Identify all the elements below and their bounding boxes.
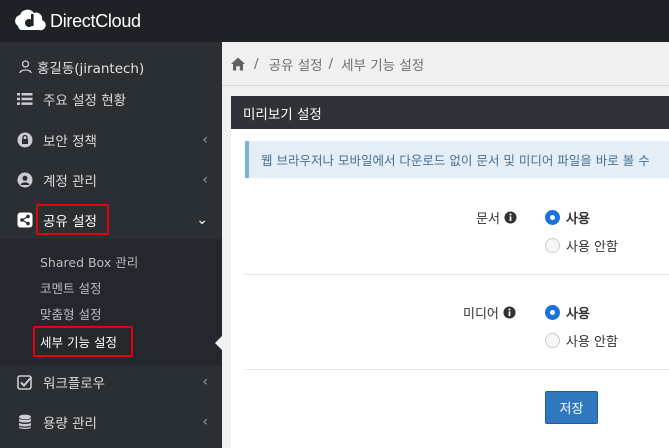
chevron-left-icon: ‹ bbox=[202, 414, 208, 430]
document-radio-enable[interactable]: 사용 bbox=[545, 208, 590, 227]
sidebar-item-label: 계정 관리 bbox=[43, 174, 97, 190]
user-profile[interactable]: 홍길동(jirantech) bbox=[0, 56, 222, 78]
media-radio-enable[interactable]: 사용 bbox=[545, 303, 590, 322]
breadcrumb: / 공유 설정 / 세부 기능 설정 bbox=[222, 42, 669, 86]
sidebar-item-label: 용량 관리 bbox=[43, 416, 97, 432]
chevron-down-icon: ⌄ bbox=[196, 212, 208, 228]
sidebar-item-label: 워크플로우 bbox=[43, 376, 106, 392]
breadcrumb-item-current: 세부 기능 설정 bbox=[341, 57, 425, 74]
sidebar: 홍길동(jirantech) 주요 설정 현황 보안 정책 ‹ 계정 관리 ‹ … bbox=[0, 42, 222, 448]
info-notice: 웹 브라우저나 모바일에서 다운로드 없이 문서 및 미디어 파일을 바로 볼 … bbox=[245, 141, 669, 178]
radio-label: 사용 bbox=[566, 307, 590, 322]
submenu-item-comment[interactable]: 코멘트 설정 bbox=[40, 278, 101, 297]
radio-unchecked-icon bbox=[545, 333, 560, 348]
sidebar-item-security[interactable]: 보안 정책 ‹ bbox=[0, 128, 222, 152]
divider bbox=[245, 274, 669, 275]
info-icon[interactable] bbox=[503, 306, 516, 319]
radio-label: 사용 안함 bbox=[566, 240, 618, 255]
info-icon[interactable] bbox=[504, 211, 517, 224]
submenu-item-custom[interactable]: 맞춤형 설정 bbox=[40, 304, 101, 323]
sidebar-item-accounts[interactable]: 계정 관리 ‹ bbox=[0, 168, 222, 192]
preview-settings-panel: 미리보기 설정 웹 브라우저나 모바일에서 다운로드 없이 문서 및 미디어 파… bbox=[231, 96, 669, 448]
user-circle-icon bbox=[16, 171, 34, 189]
sidebar-item-overview[interactable]: 주요 설정 현황 bbox=[0, 87, 222, 111]
brand-logo[interactable]: DirectCloud bbox=[12, 8, 141, 34]
radio-unchecked-icon bbox=[545, 238, 560, 253]
setting-label-text: 미디어 bbox=[463, 307, 499, 322]
sidebar-item-storage[interactable]: 용량 관리 ‹ bbox=[0, 410, 222, 434]
radio-label: 사용 bbox=[566, 212, 590, 227]
divider bbox=[245, 369, 669, 370]
panel-title: 미리보기 설정 bbox=[231, 96, 669, 129]
directcloud-logo-icon bbox=[15, 9, 46, 31]
save-button[interactable]: 저장 bbox=[545, 391, 598, 424]
document-radio-disable[interactable]: 사용 안함 bbox=[545, 236, 618, 255]
check-square-icon bbox=[16, 373, 34, 391]
media-radio-disable[interactable]: 사용 안함 bbox=[545, 331, 618, 350]
radio-checked-icon bbox=[545, 305, 560, 320]
home-icon[interactable] bbox=[230, 56, 246, 72]
sidebar-item-sharing[interactable]: 공유 설정 ⌄ bbox=[0, 208, 222, 232]
sidebar-item-workflow[interactable]: 워크플로우 ‹ bbox=[0, 370, 222, 394]
top-header: DirectCloud bbox=[0, 0, 669, 42]
breadcrumb-item-sharing[interactable]: 공유 설정 bbox=[269, 54, 323, 74]
list-icon bbox=[16, 90, 34, 108]
share-icon bbox=[16, 211, 34, 229]
chevron-left-icon: ‹ bbox=[202, 172, 208, 188]
lock-icon bbox=[16, 131, 34, 149]
breadcrumb-separator: / bbox=[254, 55, 259, 72]
active-indicator bbox=[215, 336, 222, 350]
sidebar-item-label: 주요 설정 현황 bbox=[43, 93, 127, 109]
setting-label-text: 문서 bbox=[476, 212, 500, 227]
radio-checked-icon bbox=[545, 210, 560, 225]
user-icon bbox=[16, 58, 34, 76]
chevron-left-icon: ‹ bbox=[202, 132, 208, 148]
highlight-box bbox=[36, 204, 109, 235]
sidebar-item-label: 보안 정책 bbox=[43, 134, 97, 150]
radio-label: 사용 안함 bbox=[566, 335, 618, 350]
database-icon bbox=[16, 413, 34, 431]
chevron-left-icon: ‹ bbox=[202, 374, 208, 390]
media-setting-label: 미디어 bbox=[463, 303, 516, 322]
document-setting-label: 문서 bbox=[476, 208, 517, 227]
submenu-item-shared-box[interactable]: Shared Box 관리 bbox=[40, 252, 138, 271]
highlight-box bbox=[33, 326, 133, 357]
user-name: 홍길동(jirantech) bbox=[37, 61, 145, 77]
breadcrumb-separator: / bbox=[328, 55, 334, 72]
brand-name: DirectCloud bbox=[50, 10, 141, 31]
